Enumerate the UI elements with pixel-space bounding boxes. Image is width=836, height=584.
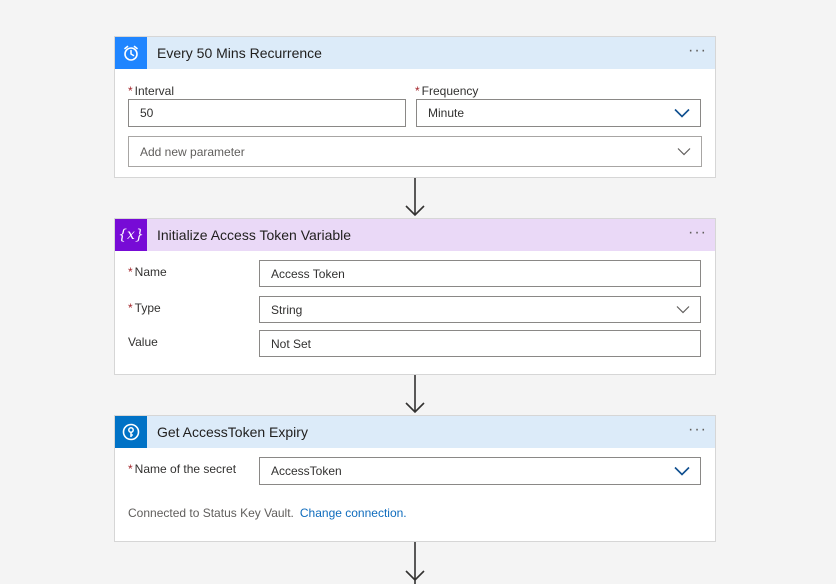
recurrence-card-header[interactable]: Every 50 Mins Recurrence ···: [115, 37, 715, 69]
alarm-clock-icon: [115, 37, 147, 69]
required-mark: *: [415, 84, 420, 98]
card-title: Initialize Access Token Variable: [157, 227, 351, 243]
change-connection-link[interactable]: Change connection.: [300, 506, 407, 520]
initialize-variable-card-header[interactable]: {x} Initialize Access Token Variable ···: [115, 219, 715, 251]
frequency-label: *Frequency: [415, 84, 478, 98]
more-options-icon[interactable]: ···: [688, 422, 707, 438]
type-label: *Type: [128, 301, 161, 315]
name-input[interactable]: Access Token: [259, 260, 701, 287]
connection-status: Connected to Status Key Vault. Change con…: [128, 506, 407, 520]
chevron-down-icon: [676, 305, 690, 314]
required-mark: *: [128, 301, 133, 315]
value-input[interactable]: Not Set: [259, 330, 701, 357]
required-mark: *: [128, 84, 133, 98]
more-options-icon[interactable]: ···: [688, 225, 707, 241]
flow-arrow-down-icon: [404, 178, 426, 218]
card-title: Every 50 Mins Recurrence: [157, 45, 322, 61]
get-secret-card-header[interactable]: Get AccessToken Expiry ···: [115, 416, 715, 448]
required-mark: *: [128, 462, 133, 476]
flow-arrow-down-icon: [404, 542, 426, 584]
recurrence-card: Every 50 Mins Recurrence ··· *Interval 5…: [114, 36, 716, 178]
type-dropdown[interactable]: String: [259, 296, 701, 323]
card-title: Get AccessToken Expiry: [157, 424, 308, 440]
value-label: Value: [128, 335, 158, 349]
required-mark: *: [128, 265, 133, 279]
flow-arrow-down-icon: [404, 375, 426, 415]
frequency-dropdown[interactable]: Minute: [416, 99, 701, 127]
secret-name-dropdown[interactable]: AccessToken: [259, 457, 701, 485]
interval-input[interactable]: 50: [128, 99, 406, 127]
secret-name-label: *Name of the secret: [128, 462, 236, 476]
initialize-variable-card: {x} Initialize Access Token Variable ···…: [114, 218, 716, 375]
name-label: *Name: [128, 265, 167, 279]
add-parameter-dropdown[interactable]: Add new parameter: [128, 136, 702, 167]
more-options-icon[interactable]: ···: [688, 43, 707, 59]
chevron-down-icon: [677, 147, 691, 156]
get-secret-card: Get AccessToken Expiry ··· *Name of the …: [114, 415, 716, 542]
connection-text: Connected to Status Key Vault.: [128, 506, 294, 520]
interval-label: *Interval: [128, 84, 174, 98]
chevron-down-icon: [674, 466, 690, 476]
variable-icon: {x}: [115, 219, 147, 251]
key-vault-icon: [115, 416, 147, 448]
chevron-down-icon: [674, 108, 690, 118]
